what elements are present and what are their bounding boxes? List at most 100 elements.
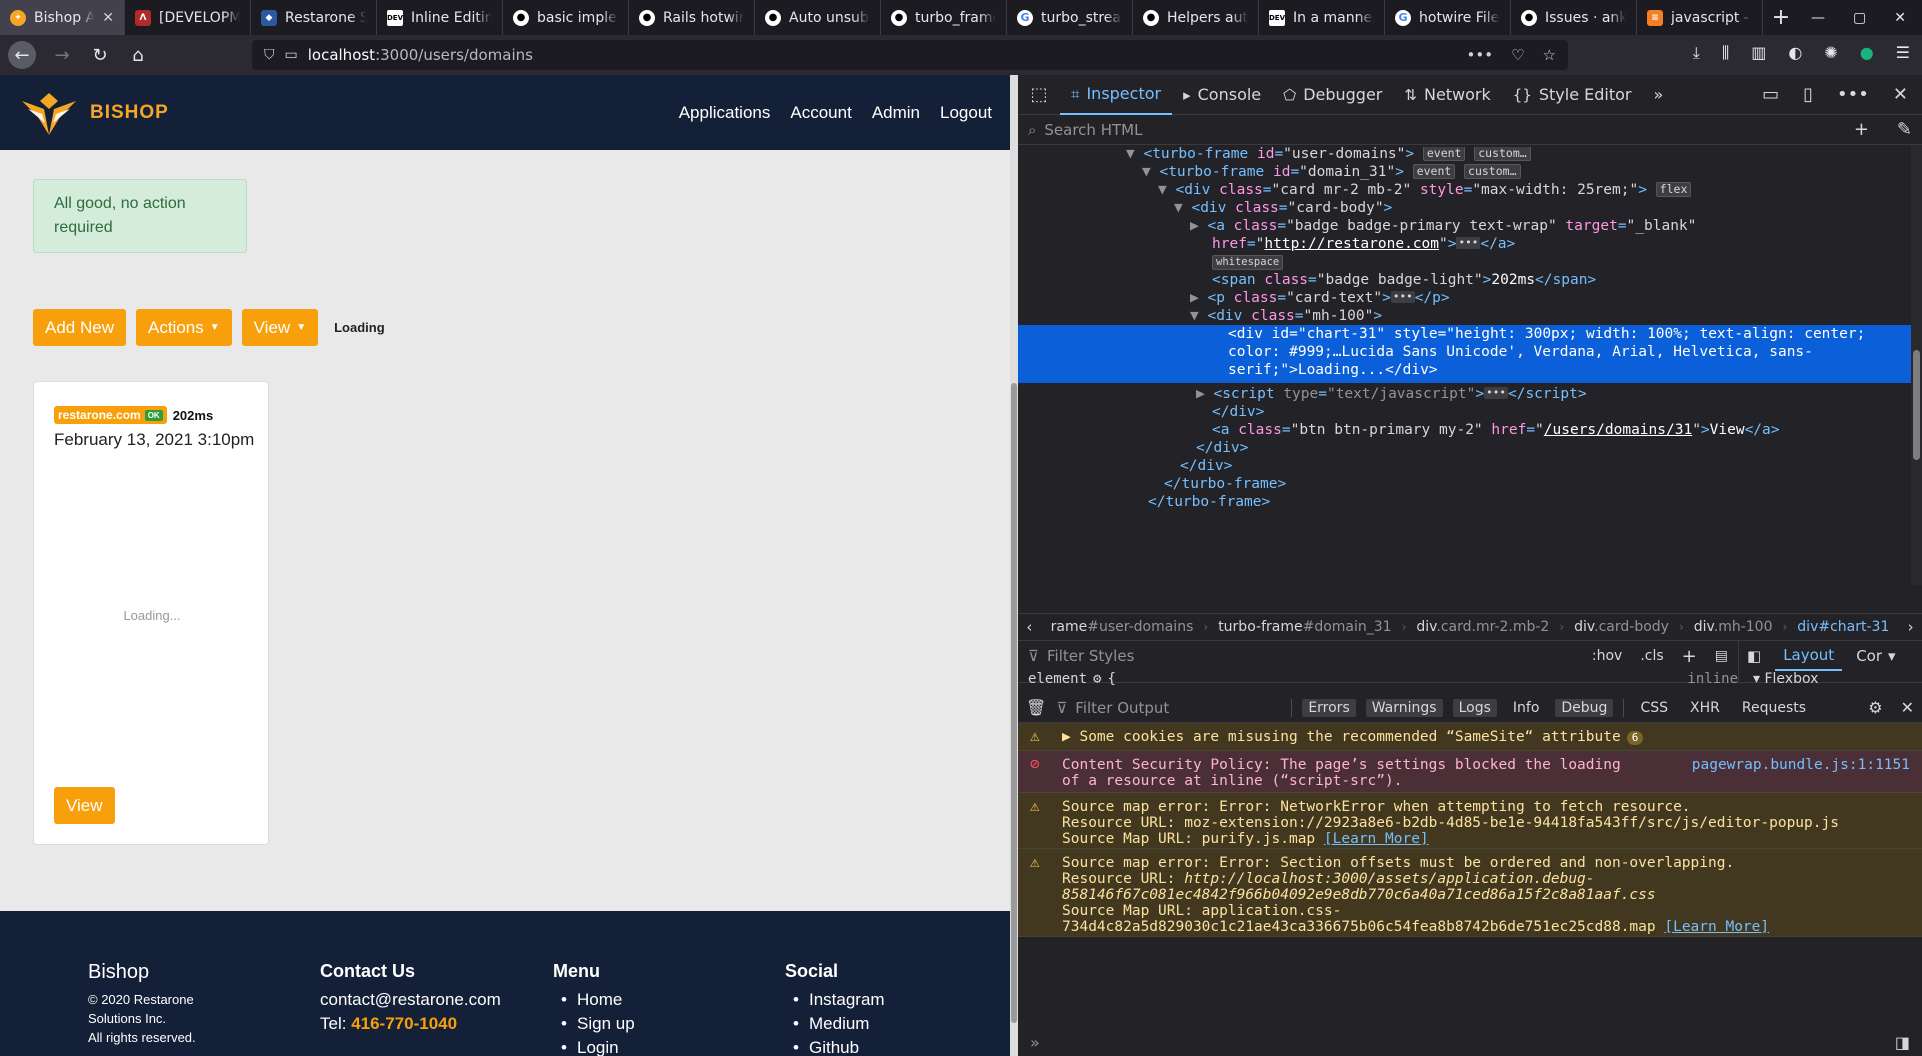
contact-phone[interactable]: 416-770-1040 [351,1014,457,1033]
actions-dropdown-button[interactable]: Actions ▼ [135,309,232,346]
shield-icon[interactable]: ⛉ [264,47,275,63]
console-warning[interactable]: ⚠ Source map error: Error: Section offset… [1018,849,1922,937]
browser-tab[interactable]: ◆ Restarone S [251,0,377,35]
footer-link-login[interactable]: Login [553,1036,635,1056]
console-input[interactable]: » ◨ [1018,1028,1922,1056]
page-info-icon[interactable]: ▭ [285,47,298,63]
event-badge[interactable]: event [1412,164,1456,179]
dom-node[interactable]: ▶ <a class="badge badge-primary text-wra… [1190,217,1696,235]
tab-style-editor[interactable]: {} Style Editor [1502,75,1643,115]
custom-element-badge[interactable]: custom… [1474,147,1531,161]
add-rule-icon[interactable]: + [1682,646,1697,667]
page-actions-icon[interactable]: ••• [1467,46,1494,64]
dom-node[interactable]: ▼ <div class="mh-100"> [1190,307,1382,325]
browser-tab[interactable]: DEV Inline Editin [377,0,503,35]
card-view-button[interactable]: View [54,787,115,824]
maximize-icon[interactable]: ▢ [1853,10,1866,26]
element-gear-icon[interactable]: ⚙ [1093,671,1101,687]
eyedropper-icon[interactable]: ✎ [1897,119,1912,140]
whitespace-node[interactable]: whitespace [1212,253,1284,271]
tab-console[interactable]: ▸ Console [1172,75,1272,115]
tab-inspector[interactable]: ⌗ Inspector [1060,75,1173,115]
dom-node-close[interactable]: </div> [1212,403,1264,421]
footer-link-home[interactable]: Home [553,988,635,1012]
hov-toggle[interactable]: :hov [1592,648,1622,664]
library-icon[interactable]: ⫼ [1722,43,1729,63]
nav-applications[interactable]: Applications [679,103,771,123]
filter-info[interactable]: Info [1507,699,1546,717]
footer-link-signup[interactable]: Sign up [553,1012,635,1036]
message-source-link[interactable]: pagewrap.bundle.js:1:1151 [1692,757,1910,773]
breadcrumb-item[interactable]: turbo-frame#domain_31 [1208,619,1401,635]
home-icon[interactable]: ⌂ [126,43,150,67]
console-filter[interactable]: ⊽ Filter Output [1056,699,1281,717]
nav-account[interactable]: Account [790,103,851,123]
browser-tab[interactable]: ● Helpers aut [1133,0,1259,35]
browser-tab[interactable]: ● Auto unsubs [755,0,881,35]
learn-more-link[interactable]: [Learn More] [1324,831,1429,847]
add-node-icon[interactable]: + [1854,119,1869,140]
extension-gear-icon[interactable]: ✺ [1824,43,1837,63]
filter-xhr[interactable]: XHR [1684,699,1726,717]
breadcrumb-item[interactable]: div.mh-100 [1684,619,1783,635]
breadcrumb-item[interactable]: rame#user-domains [1041,619,1204,635]
browser-tab[interactable]: DEV In a manner [1259,0,1385,35]
page-scrollbar[interactable] [1010,75,1018,1056]
filter-requests[interactable]: Requests [1736,699,1812,717]
toggle-sidebar-icon[interactable]: ◧ [1747,647,1761,665]
footer-link-github[interactable]: Github [785,1036,885,1056]
layout-tabs-dropdown-icon[interactable]: ▾ [1888,647,1896,665]
close-tab-icon[interactable]: ✕ [102,10,114,26]
filter-errors[interactable]: Errors [1302,698,1356,717]
dom-node-close[interactable]: </div> [1180,457,1232,475]
chevron-left-icon[interactable]: ‹ [1018,618,1041,636]
domain-badge[interactable]: restarone.com OK [54,406,167,424]
dom-node[interactable]: <span class="badge badge-light">202ms</s… [1212,271,1596,289]
dom-node-close[interactable]: </div> [1196,439,1248,457]
print-media-icon[interactable]: ▤ [1715,648,1728,664]
console-sidebar-icon[interactable]: ◨ [1895,1033,1910,1052]
close-window-icon[interactable]: ✕ [1894,10,1906,26]
menu-icon[interactable]: ☰ [1896,43,1910,63]
browser-tab[interactable]: ✦ Bishop Ap ✕ [0,0,125,35]
split-console-icon[interactable]: ▭ [1762,84,1779,105]
element-picker-icon[interactable]: ⬚ [1018,75,1060,115]
breadcrumb-item[interactable]: div.card-body [1564,619,1679,635]
contact-email[interactable]: contact@restarone.com [320,988,501,1012]
tab-debugger[interactable]: ⬠ Debugger [1272,75,1393,115]
clear-console-icon[interactable]: 🗑 [1026,698,1046,717]
view-dropdown-button[interactable]: View ▼ [241,309,319,346]
forward-icon[interactable]: → [50,43,74,67]
extension-icon[interactable]: ◐ [1788,43,1802,63]
flexbox-section[interactable]: ▾ Flexbox [1739,671,1922,687]
filter-warnings[interactable]: Warnings [1365,698,1443,717]
responsive-design-icon[interactable]: ▯ [1803,84,1813,105]
browser-tab[interactable]: Gturbo_strea [1007,0,1133,35]
tab-computed[interactable]: Cor [1856,647,1882,665]
event-badge[interactable]: event [1422,147,1466,161]
download-icon[interactable]: ⤓ [1693,43,1700,63]
filter-logs[interactable]: Logs [1452,698,1497,717]
dom-node-close[interactable]: </turbo-frame> [1164,475,1286,493]
nav-logout[interactable]: Logout [940,103,992,123]
minimize-icon[interactable]: — [1811,10,1825,26]
browser-tab[interactable]: ● turbo_frame [881,0,1007,35]
site-brand[interactable]: BISHOP [90,102,169,124]
dom-tree-scrollbar-thumb[interactable] [1913,350,1920,460]
close-devtools-icon[interactable]: ✕ [1893,84,1908,105]
browser-tab[interactable]: ● Issues · anka [1511,0,1637,35]
tab-network[interactable]: ⇅ Network [1393,75,1501,115]
pocket-icon[interactable]: ♡ [1511,46,1524,64]
learn-more-link[interactable]: [Learn More] [1664,919,1769,935]
browser-tab[interactable]: ● basic implen [503,0,629,35]
bishop-logo-icon[interactable] [18,87,80,139]
dom-node[interactable]: ▶ <p class="card-text"> ••• </p> [1190,289,1450,307]
chevron-right-icon[interactable]: › [1899,618,1922,636]
browser-tab[interactable]: Ghotwire File [1385,0,1511,35]
breadcrumb-item[interactable]: div.card.mr-2.mb-2 [1406,619,1559,635]
sidebar-icon[interactable]: ▥ [1751,43,1766,63]
address-bar[interactable]: ⛉ ▭ localhost:3000/users/domains ••• ♡ ☆ [252,40,1568,70]
add-new-button[interactable]: Add New [33,309,126,346]
footer-link-medium[interactable]: Medium [785,1012,885,1036]
custom-element-badge[interactable]: custom… [1464,164,1521,179]
